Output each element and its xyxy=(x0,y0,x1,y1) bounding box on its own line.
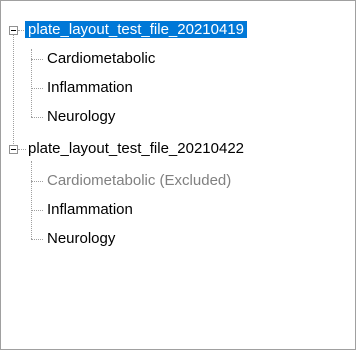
tree-connector-line xyxy=(31,161,32,239)
tree-child-label: Inflammation xyxy=(47,79,133,96)
tree-connector-line xyxy=(31,210,43,211)
tree-child-node[interactable]: Inflammation xyxy=(47,199,133,221)
plate-tree-view[interactable]: plate_layout_test_file_20210419 Cardiome… xyxy=(0,0,356,350)
tree-connector-line xyxy=(31,117,43,118)
tree-connector-line xyxy=(31,181,43,182)
tree-child-node[interactable]: Cardiometabolic (Excluded) xyxy=(47,170,231,192)
tree-connector-line xyxy=(31,59,43,60)
collapse-toggle-icon[interactable] xyxy=(9,26,18,35)
tree-root-node[interactable]: plate_layout_test_file_20210419 xyxy=(25,19,248,41)
tree-child-node[interactable]: Neurology xyxy=(47,228,115,250)
tree-connector-line xyxy=(13,34,14,150)
tree-child-label: Neurology xyxy=(47,108,116,125)
tree-connector-line xyxy=(31,239,43,240)
tree-child-label-excluded: Cardiometabolic (Excluded) xyxy=(47,172,232,189)
tree-child-node[interactable]: Inflammation xyxy=(47,77,133,99)
collapse-toggle-icon[interactable] xyxy=(9,145,18,154)
tree-child-label: Inflammation xyxy=(47,201,133,218)
tree-root-node[interactable]: plate_layout_test_file_20210422 xyxy=(25,138,247,160)
tree-root-label[interactable]: plate_layout_test_file_20210419 xyxy=(25,21,248,38)
tree-child-node[interactable]: Neurology xyxy=(47,106,115,128)
tree-connector-line xyxy=(31,88,43,89)
tree-child-label: Neurology xyxy=(47,230,116,247)
tree-root-label[interactable]: plate_layout_test_file_20210422 xyxy=(25,140,247,157)
tree-child-label: Cardiometabolic xyxy=(47,50,156,67)
tree-child-node[interactable]: Cardiometabolic xyxy=(47,48,155,70)
